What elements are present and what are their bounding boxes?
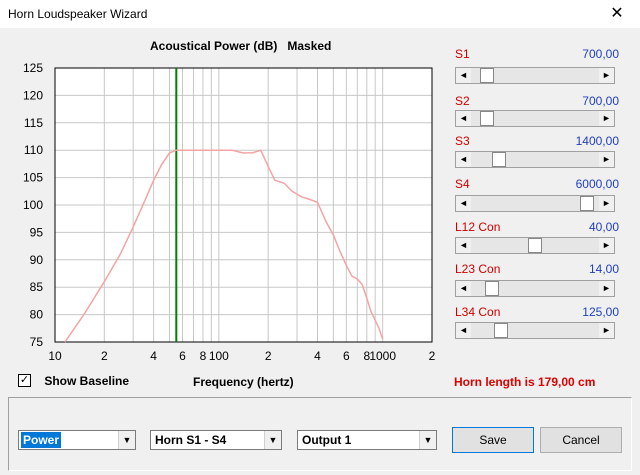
slider-track[interactable] — [471, 111, 599, 126]
x-tick-label: 8 — [200, 349, 207, 360]
y-tick-label: 110 — [24, 143, 43, 157]
slider-thumb[interactable] — [485, 281, 499, 296]
horn-dropdown-value: Horn S1 - S4 — [155, 433, 227, 447]
scrollbar-slider[interactable]: ◄ ► — [455, 151, 615, 168]
x-tick-label: 100 — [209, 349, 229, 360]
x-tick-label: 2 — [265, 349, 272, 360]
arrow-left-icon[interactable]: ◄ — [456, 152, 471, 167]
slider-track[interactable] — [471, 323, 599, 338]
x-tick-label: 4 — [314, 349, 321, 360]
close-icon[interactable]: ✕ — [594, 0, 640, 28]
slider-value: 6000,00 — [575, 177, 619, 191]
slider-label: L23 Con — [455, 262, 501, 276]
slider-label: S3 — [455, 134, 470, 148]
arrow-right-icon[interactable]: ► — [599, 152, 614, 167]
show-baseline-label: Show Baseline — [44, 373, 130, 388]
cancel-button[interactable]: Cancel — [540, 427, 622, 453]
y-tick-label: 125 — [23, 61, 43, 75]
arrow-right-icon[interactable]: ► — [599, 238, 614, 253]
slider-value: 40,00 — [588, 220, 619, 234]
window-title: Horn Loudspeaker Wizard — [8, 7, 148, 21]
slider-track[interactable] — [471, 238, 599, 253]
mode-dropdown-value: Power — [21, 432, 62, 448]
arrow-right-icon[interactable]: ► — [599, 111, 614, 126]
x-tick-label: 2 — [429, 349, 436, 360]
slider-thumb[interactable] — [492, 152, 506, 167]
scrollbar-slider[interactable]: ◄ ► — [455, 67, 615, 84]
y-tick-label: 105 — [23, 171, 43, 185]
scrollbar-slider[interactable]: ◄ ► — [455, 322, 615, 339]
chart-title: Acoustical Power (dB) Masked — [150, 39, 332, 53]
y-tick-label: 120 — [23, 88, 43, 102]
slider-thumb[interactable] — [480, 68, 494, 83]
y-tick-label: 115 — [24, 116, 43, 130]
title-bar: Horn Loudspeaker Wizard ✕ — [0, 0, 640, 28]
y-tick-label: 95 — [30, 225, 44, 239]
x-tick-label: 10 — [48, 349, 62, 360]
slider-value: 1400,00 — [575, 134, 619, 148]
arrow-left-icon[interactable]: ◄ — [456, 196, 471, 211]
horn-length-text: Horn length is 179,00 cm — [454, 375, 596, 389]
checkbox-box[interactable]: ✓ — [18, 374, 31, 388]
arrow-left-icon[interactable]: ◄ — [456, 111, 471, 126]
slider-value: 14,00 — [588, 262, 619, 276]
y-tick-label: 80 — [30, 308, 44, 322]
save-button-label: Save — [479, 433, 507, 447]
scrollbar-slider[interactable]: ◄ ► — [455, 195, 615, 212]
slider-value: 125,00 — [582, 305, 619, 319]
y-tick-label: 90 — [30, 253, 44, 267]
arrow-left-icon[interactable]: ◄ — [456, 323, 471, 338]
arrow-right-icon[interactable]: ► — [599, 281, 614, 296]
arrow-right-icon[interactable]: ► — [599, 196, 614, 211]
slider-thumb[interactable] — [480, 111, 494, 126]
slider-label: L12 Con — [455, 220, 501, 234]
chevron-down-icon[interactable]: ▼ — [419, 431, 436, 449]
cancel-button-label: Cancel — [562, 433, 600, 447]
slider-value: 700,00 — [582, 47, 619, 61]
mode-dropdown[interactable]: Power ▼ — [18, 430, 136, 450]
x-tick-label: 6 — [343, 349, 350, 360]
y-tick-label: 85 — [30, 280, 44, 294]
slider-value: 700,00 — [582, 94, 619, 108]
output-dropdown[interactable]: Output 1 ▼ — [297, 430, 437, 450]
slider-track[interactable] — [471, 196, 599, 211]
output-dropdown-value: Output 1 — [302, 433, 352, 447]
y-tick-label: 100 — [23, 198, 43, 212]
slider-label: S4 — [455, 177, 470, 191]
slider-track[interactable] — [471, 68, 599, 83]
x-tick-label: 1000 — [369, 349, 396, 360]
show-baseline-checkbox[interactable]: ✓ Show Baseline — [18, 373, 129, 388]
scrollbar-slider[interactable]: ◄ ► — [455, 110, 615, 127]
x-tick-label: 6 — [179, 349, 186, 360]
slider-track[interactable] — [471, 281, 599, 296]
save-button[interactable]: Save — [452, 427, 534, 453]
arrow-left-icon[interactable]: ◄ — [456, 281, 471, 296]
scrollbar-slider[interactable]: ◄ ► — [455, 280, 615, 297]
arrow-right-icon[interactable]: ► — [599, 323, 614, 338]
slider-thumb[interactable] — [580, 196, 594, 211]
x-tick-label: 2 — [101, 349, 108, 360]
chevron-down-icon[interactable]: ▼ — [264, 431, 281, 449]
arrow-left-icon[interactable]: ◄ — [456, 68, 471, 83]
slider-track[interactable] — [471, 152, 599, 167]
scrollbar-slider[interactable]: ◄ ► — [455, 237, 615, 254]
arrow-right-icon[interactable]: ► — [599, 68, 614, 83]
x-axis-label: Frequency (hertz) — [193, 375, 294, 389]
slider-label: S2 — [455, 94, 470, 108]
slider-thumb[interactable] — [494, 323, 508, 338]
horn-dropdown[interactable]: Horn S1 - S4 ▼ — [150, 430, 282, 450]
slider-label: L34 Con — [455, 305, 501, 319]
slider-label: S1 — [455, 47, 470, 61]
y-tick-label: 75 — [30, 335, 44, 349]
x-tick-label: 4 — [150, 349, 157, 360]
power-chart: 758085909510010511011512012510 2 4 6 8 100 2 4 6… — [23, 61, 436, 360]
chevron-down-icon[interactable]: ▼ — [118, 431, 135, 449]
arrow-left-icon[interactable]: ◄ — [456, 238, 471, 253]
slider-thumb[interactable] — [528, 238, 542, 253]
